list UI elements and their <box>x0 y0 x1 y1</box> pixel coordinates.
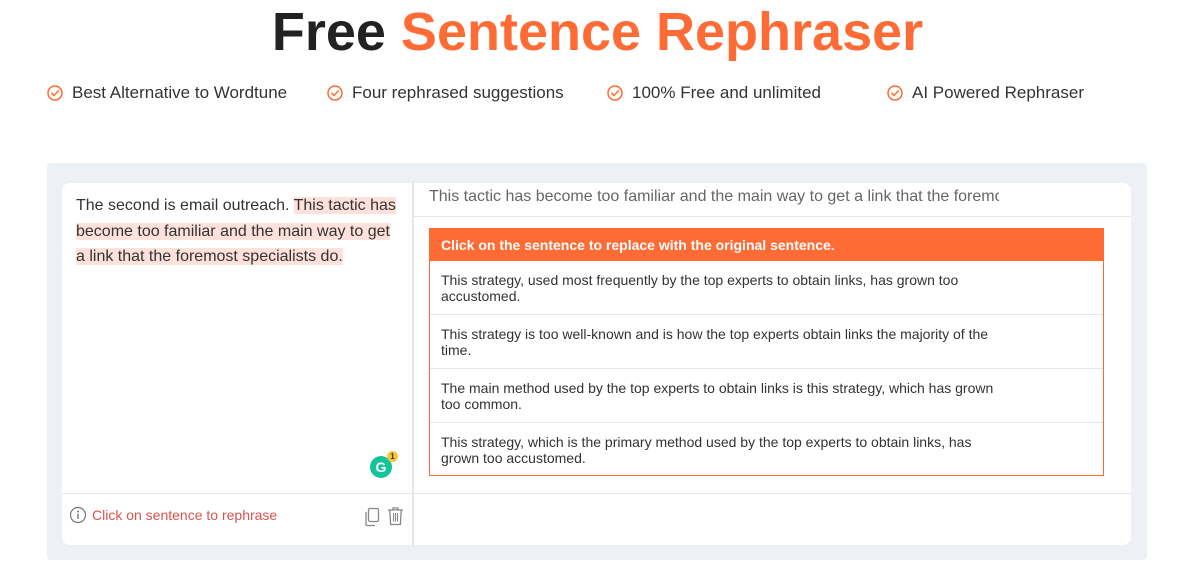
check-circle-icon <box>607 85 623 101</box>
check-circle-icon <box>327 85 343 101</box>
feature-item: Best Alternative to Wordtune <box>47 83 287 103</box>
input-plain-text: The second is email outreach. <box>76 197 294 214</box>
suggestions-header: Click on the sentence to replace with th… <box>430 229 1103 261</box>
input-text-area[interactable]: The second is email outreach. This tacti… <box>76 193 402 270</box>
info-icon <box>69 506 87 524</box>
feature-label: AI Powered Rephraser <box>912 83 1084 102</box>
suggestions-box: Click on the sentence to replace with th… <box>429 228 1104 476</box>
check-circle-icon <box>887 85 903 101</box>
page-title: Free Sentence Rephraser <box>0 2 1195 62</box>
title-plain: Free <box>271 2 386 62</box>
feature-label: Best Alternative to Wordtune <box>72 83 288 102</box>
title-accent: Sentence Rephraser <box>400 2 924 62</box>
grammarly-icon[interactable]: G1 <box>370 451 398 478</box>
suggestion-item[interactable]: This strategy, which is the primary meth… <box>430 423 1103 477</box>
rephrase-hint: Click on sentence to rephrase <box>69 506 277 524</box>
feature-item: AI Powered Rephraser <box>887 83 1084 103</box>
right-footer-divider <box>414 493 1131 494</box>
hint-text: Click on sentence to rephrase <box>92 507 278 523</box>
feature-label: Four rephrased suggestions <box>352 83 564 102</box>
left-footer-divider <box>62 493 412 494</box>
trash-icon[interactable] <box>387 506 404 526</box>
selected-sentence-display: This tactic has become too familiar and … <box>429 188 999 205</box>
features-list: Best Alternative to Wordtune Four rephra… <box>47 83 1147 107</box>
feature-item: 100% Free and unlimited <box>607 83 821 103</box>
source-divider <box>414 216 1131 217</box>
copy-icon[interactable] <box>364 507 380 527</box>
rephraser-card: The second is email outreach. This tacti… <box>62 183 1131 545</box>
feature-label: 100% Free and unlimited <box>632 83 822 102</box>
suggestion-item[interactable]: This strategy, used most frequently by t… <box>430 261 1103 315</box>
grammarly-badge: 1 <box>387 451 398 462</box>
rephraser-panel: The second is email outreach. This tacti… <box>47 163 1147 560</box>
feature-item: Four rephrased suggestions <box>327 83 564 103</box>
column-divider <box>412 183 414 545</box>
suggestion-item[interactable]: This strategy is too well-known and is h… <box>430 315 1103 369</box>
check-circle-icon <box>47 85 63 101</box>
suggestion-item[interactable]: The main method used by the top experts … <box>430 369 1103 423</box>
